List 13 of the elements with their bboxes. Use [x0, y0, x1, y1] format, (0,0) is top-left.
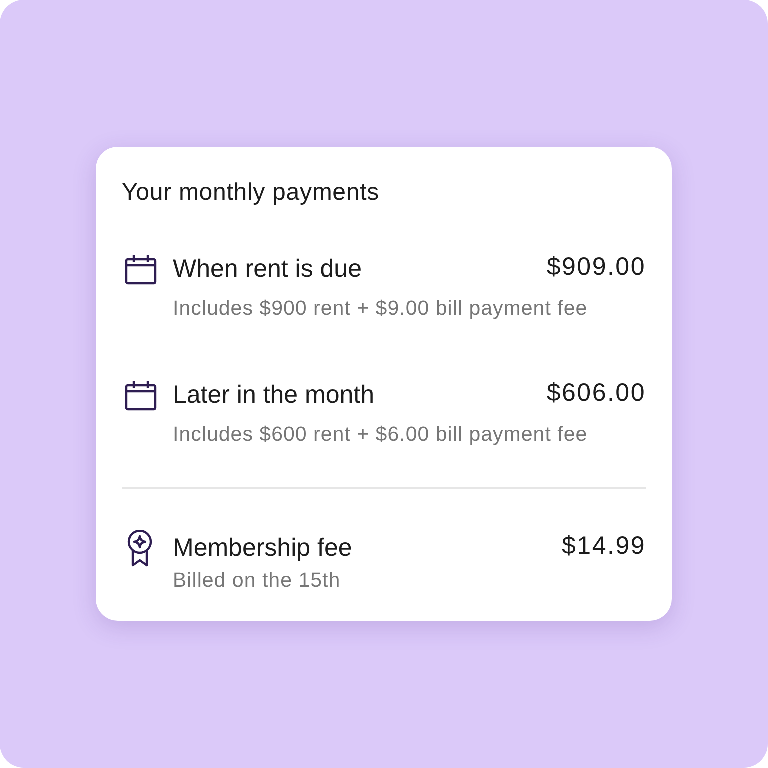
calendar-icon	[125, 255, 157, 285]
payment-detail: Includes $900 rent + $9.00 bill payment fee	[173, 296, 589, 322]
payment-title: Membership fee	[173, 533, 352, 563]
payment-detail: Includes $600 rent + $6.00 bill payment fee	[173, 422, 589, 448]
card-title: Your monthly payments	[122, 179, 380, 207]
payment-amount: $606.00	[546, 378, 646, 408]
payment-title: Later in the month	[173, 380, 375, 410]
calendar-icon	[125, 381, 157, 411]
payment-title: When rent is due	[173, 254, 362, 284]
payment-amount: $14.99	[562, 531, 646, 561]
payment-amount: $909.00	[546, 252, 646, 282]
payment-detail: Billed on the 15th	[173, 568, 342, 594]
award-ribbon-icon	[127, 530, 153, 567]
